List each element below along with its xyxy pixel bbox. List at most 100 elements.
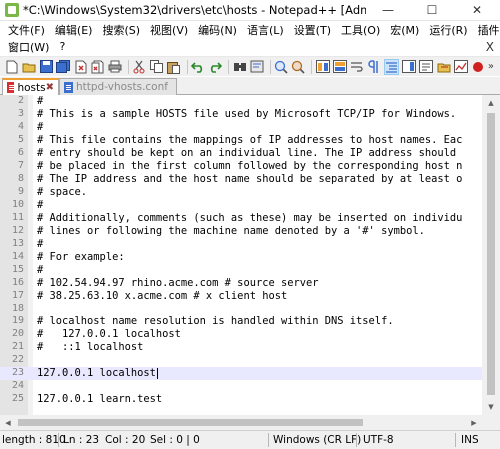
scroll-down-arrow-icon[interactable]: ▼ (482, 399, 500, 415)
code-line[interactable]: 20 # 127.0.0.1 localhost (0, 328, 482, 341)
line-text[interactable]: # This is a sample HOSTS file used by Mi… (37, 108, 456, 121)
line-text[interactable]: 127.0.0.1 localhost (37, 367, 158, 380)
code-line[interactable]: 18 (0, 303, 482, 316)
code-line[interactable]: 24 (0, 380, 482, 393)
redo-icon[interactable] (208, 59, 223, 75)
horizontal-scroll-thumb[interactable] (18, 419, 363, 426)
line-text[interactable]: # The IP address and the host name shoul… (37, 173, 462, 186)
code-line[interactable]: 6 # entry should be kept on an individual… (0, 147, 482, 160)
line-text[interactable]: # Additionally, comments (such as these)… (37, 212, 462, 225)
save-all-icon[interactable] (56, 59, 71, 75)
status-insert-mode[interactable]: INS (461, 434, 479, 446)
code-line[interactable]: 12 # lines or following the machine name … (0, 225, 482, 238)
line-text[interactable]: # lines or following the machine name de… (37, 225, 425, 238)
code-line[interactable]: 22 (0, 354, 482, 367)
menu-window[interactable]: 窗口(W) (3, 39, 54, 55)
sync-vertical-icon[interactable] (315, 59, 330, 75)
line-text[interactable]: 127.0.0.1 learn.test (37, 393, 162, 406)
menu-run[interactable]: 运行(R) (424, 22, 472, 38)
code-line[interactable]: 7 # be placed in the first column followe… (0, 160, 482, 173)
function-list-icon[interactable] (419, 59, 434, 75)
code-line[interactable]: 8 # The IP address and the host name shou… (0, 173, 482, 186)
vertical-scroll-thumb[interactable] (487, 113, 495, 395)
line-text[interactable]: # entry should be kept on an individual … (37, 147, 456, 160)
menu-view[interactable]: 视图(V) (145, 22, 193, 38)
show-all-chars-icon[interactable] (367, 59, 382, 75)
line-text[interactable]: # be placed in the first column followed… (37, 160, 462, 173)
menu-language[interactable]: 语言(L) (242, 22, 289, 38)
scroll-up-arrow-icon[interactable]: ▲ (482, 95, 500, 111)
line-text[interactable]: # space. (37, 186, 87, 199)
menu-help[interactable]: ? (54, 40, 70, 53)
menu-plugins[interactable]: 插件(P) (473, 22, 500, 38)
code-line[interactable]: 3 # This is a sample HOSTS file used by M… (0, 108, 482, 121)
toolbar-overflow-button[interactable]: » (488, 61, 494, 72)
editor-area[interactable]: 2 #3 # This is a sample HOSTS file used by… (0, 95, 500, 430)
find-icon[interactable] (232, 59, 247, 75)
menu-search[interactable]: 搜索(S) (97, 22, 145, 38)
monitoring-icon[interactable] (453, 59, 468, 75)
line-text[interactable]: # ::1 localhost (37, 341, 143, 354)
code-line[interactable]: 5 # This file contains the mappings of IP… (0, 134, 482, 147)
zoom-in-icon[interactable] (274, 59, 289, 75)
code-line[interactable]: 2 # (0, 95, 482, 108)
close-window-button[interactable]: ✕ (454, 0, 500, 21)
close-document-button[interactable]: X (486, 40, 494, 54)
vertical-scrollbar[interactable]: ▲ ▼ (482, 95, 500, 415)
scroll-left-arrow-icon[interactable]: ◀ (0, 415, 16, 430)
line-text[interactable]: # (37, 121, 43, 134)
line-text[interactable]: # 102.54.94.97 rhino.acme.com # source s… (37, 277, 319, 290)
doc-map-icon[interactable] (401, 59, 417, 75)
folder-workspace-icon[interactable] (436, 59, 451, 75)
code-line[interactable]: 21 # ::1 localhost (0, 341, 482, 354)
tab-hosts[interactable]: hosts ✖ (2, 78, 59, 95)
status-encoding[interactable]: UTF-8 (363, 434, 394, 446)
line-text[interactable]: # 38.25.63.10 x.acme.com # x client host (37, 290, 287, 303)
menu-edit[interactable]: 编辑(E) (50, 22, 98, 38)
line-text[interactable]: # (37, 264, 43, 277)
line-text[interactable]: # For example: (37, 251, 125, 264)
indent-guide-icon[interactable] (384, 58, 400, 75)
code-line[interactable]: 23 127.0.0.1 localhost (0, 367, 482, 381)
line-text[interactable]: # localhost name resolution is handled w… (37, 315, 394, 328)
menu-encoding[interactable]: 编码(N) (193, 22, 242, 38)
code-line[interactable]: 19 # localhost name resolution is handled… (0, 315, 482, 328)
code-line[interactable]: 4 # (0, 121, 482, 134)
line-text[interactable]: # (37, 199, 43, 212)
line-text[interactable]: # (37, 95, 43, 108)
menu-macro[interactable]: 宏(M) (385, 22, 424, 38)
code-line[interactable]: 13 # (0, 238, 482, 251)
print-icon[interactable] (108, 59, 123, 75)
tab-httpd-vhosts[interactable]: httpd-vhosts.conf (59, 78, 177, 95)
zoom-out-icon[interactable] (291, 59, 306, 75)
paste-icon[interactable] (166, 59, 181, 75)
word-wrap-icon[interactable] (350, 59, 365, 75)
sync-horizontal-icon[interactable] (332, 59, 347, 75)
code-line[interactable]: 16 # 102.54.94.97 rhino.acme.com # source… (0, 277, 482, 290)
status-eol-format[interactable]: Windows (CR LF) (273, 434, 361, 446)
line-text[interactable]: # 127.0.0.1 localhost (37, 328, 181, 341)
close-all-icon[interactable] (90, 59, 105, 75)
menu-settings[interactable]: 设置(T) (289, 22, 336, 38)
tab-close-icon[interactable]: ✖ (46, 82, 54, 93)
save-icon[interactable] (39, 59, 54, 75)
replace-icon[interactable] (249, 59, 264, 75)
undo-icon[interactable] (191, 59, 206, 75)
code-line[interactable]: 10 # (0, 199, 482, 212)
open-file-icon[interactable] (21, 59, 36, 75)
scroll-right-arrow-icon[interactable]: ▶ (466, 415, 482, 430)
line-text[interactable]: # (37, 238, 43, 251)
horizontal-scrollbar[interactable]: ◀ ▶ (0, 415, 482, 430)
code-line[interactable]: 9 # space. (0, 186, 482, 199)
menu-file[interactable]: 文件(F) (3, 22, 50, 38)
code-line[interactable]: 15 # (0, 264, 482, 277)
menu-tools[interactable]: 工具(O) (336, 22, 385, 38)
code-line[interactable]: 11 # Additionally, comments (such as thes… (0, 212, 482, 225)
code-line[interactable]: 17 # 38.25.63.10 x.acme.com # x client ho… (0, 290, 482, 303)
maximize-button[interactable]: ☐ (410, 0, 454, 21)
code-lines[interactable]: 2 #3 # This is a sample HOSTS file used by… (0, 95, 482, 415)
close-icon[interactable] (73, 59, 88, 75)
cut-icon[interactable] (132, 59, 147, 75)
minimize-button[interactable]: — (366, 0, 410, 21)
copy-icon[interactable] (149, 59, 164, 75)
